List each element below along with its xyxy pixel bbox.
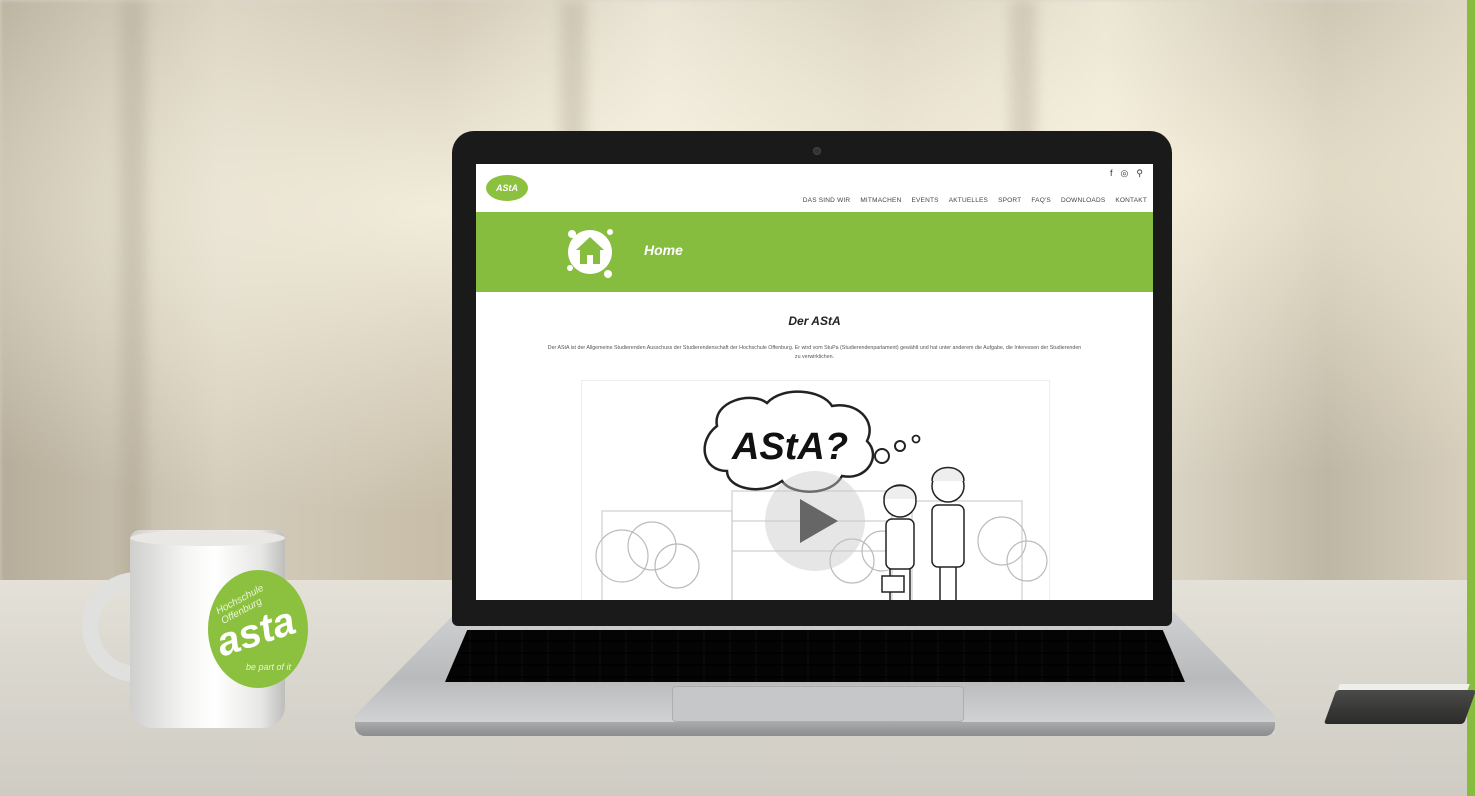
nav-item-aktuelles[interactable]: AKTUELLES <box>949 197 988 204</box>
nav-item-faqs[interactable]: FAQ'S <box>1031 197 1051 204</box>
coffee-mug: Hochschule Offenburg asta be part of it <box>82 530 308 728</box>
nav-item-mitmachen[interactable]: MITMACHEN <box>860 197 901 204</box>
cartoon-people <box>881 466 965 600</box>
webcam-icon <box>813 147 821 155</box>
main-content: Der AStA Der AStA ist der Allgemeine Stu… <box>476 292 1153 600</box>
nav-item-kontakt[interactable]: KONTAKT <box>1115 197 1147 204</box>
green-edge-strip <box>1467 0 1475 796</box>
background-blur-bar <box>120 0 146 600</box>
mug-asta-logo: Hochschule Offenburg asta be part of it <box>208 570 308 688</box>
site-header: AStA f ◎ ⚲ DAS SIND WIR MITMACHEN EVENTS… <box>476 164 1153 212</box>
mug-logo-line2: be part of it <box>246 662 292 672</box>
video-thumbnail: AStA? <box>595 390 1048 600</box>
nav-item-das-sind-wir[interactable]: DAS SIND WIR <box>803 197 851 204</box>
laptop-screen: AStA f ◎ ⚲ DAS SIND WIR MITMACHEN EVENTS… <box>476 164 1153 600</box>
search-icon[interactable]: ⚲ <box>1136 168 1143 179</box>
home-icon <box>567 229 613 278</box>
bubble-text: AStA? <box>731 426 848 468</box>
nav-item-downloads[interactable]: DOWNLOADS <box>1061 197 1105 204</box>
site-logo[interactable]: AStA <box>486 175 528 201</box>
notebook <box>1323 690 1475 724</box>
social-icons: f ◎ ⚲ <box>1110 168 1143 179</box>
nav-item-events[interactable]: EVENTS <box>911 197 938 204</box>
nav-item-sport[interactable]: SPORT <box>998 197 1021 204</box>
laptop-keyboard <box>445 630 1185 682</box>
section-title: Der AStA <box>788 314 841 328</box>
page-title: Home <box>644 242 683 258</box>
intro-text: Der AStA ist der Allgemeine Studierenden… <box>547 345 1082 360</box>
laptop-trackpad <box>672 686 964 722</box>
page-banner: Home <box>476 212 1153 292</box>
facebook-icon[interactable]: f <box>1110 168 1113 179</box>
laptop-base-front <box>355 722 1275 736</box>
video-player[interactable]: AStA? <box>581 380 1050 600</box>
mug-rim <box>130 530 285 546</box>
main-nav: DAS SIND WIR MITMACHEN EVENTS AKTUELLES … <box>803 197 1147 204</box>
instagram-icon[interactable]: ◎ <box>1121 168 1129 179</box>
